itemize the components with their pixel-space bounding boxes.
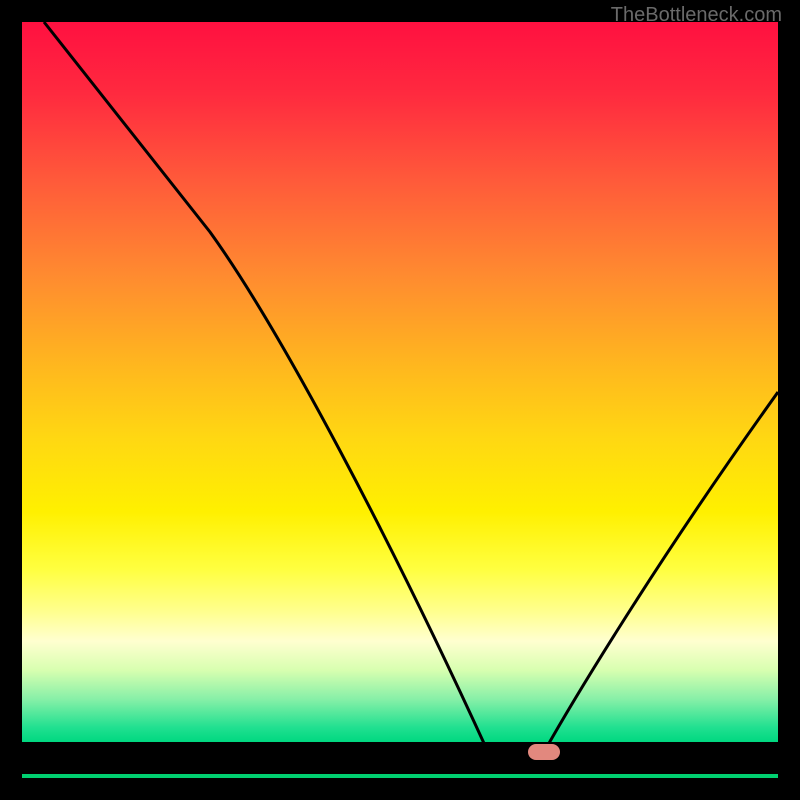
plot-area: [22, 22, 778, 778]
bottleneck-curve: [22, 22, 778, 778]
optimal-marker: [528, 744, 560, 760]
watermark-text: TheBottleneck.com: [611, 4, 782, 27]
